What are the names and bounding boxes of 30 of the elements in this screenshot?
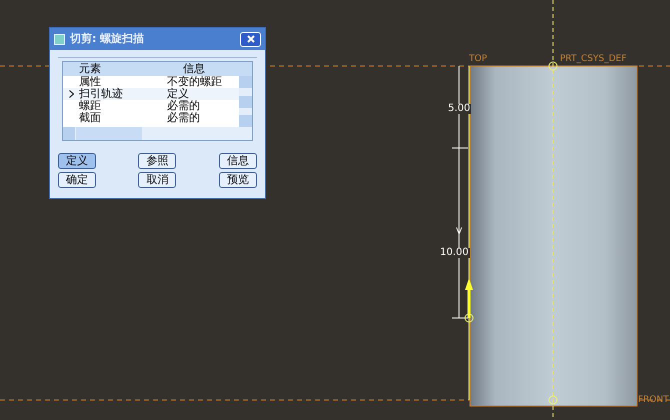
list-row[interactable]: 属性 不变的螺距 bbox=[63, 76, 239, 88]
dialog-button[interactable]: 预览 bbox=[218, 172, 257, 188]
element-info: 定义 bbox=[167, 88, 189, 100]
column-header: 信息 bbox=[183, 62, 205, 76]
element-info: 必需的 bbox=[167, 100, 200, 112]
element-info: 必需的 bbox=[167, 112, 200, 124]
element-info: 不变的螺距 bbox=[167, 76, 222, 88]
dimension-label: 10.00 bbox=[439, 248, 470, 258]
dialog-button[interactable]: 定义 bbox=[58, 153, 96, 169]
datum-label: PRT_CSYS_DEF bbox=[560, 55, 627, 64]
close-button[interactable] bbox=[240, 32, 261, 46]
element-name: 属性 bbox=[79, 76, 102, 88]
dialog-button[interactable]: 取消 bbox=[138, 172, 176, 188]
window-title: 切剪: 螺旋扫描 bbox=[70, 30, 146, 47]
vertical-scrollbar bbox=[239, 76, 252, 127]
list-row[interactable]: 截面 必需的 bbox=[63, 112, 239, 124]
column-header: 元素 bbox=[79, 62, 102, 76]
window-icon bbox=[54, 34, 65, 44]
dimension-label: 5.00 bbox=[447, 104, 472, 114]
element-name: 截面 bbox=[79, 112, 102, 124]
element-name: 螺距 bbox=[79, 100, 102, 112]
dialog-button[interactable]: 信息 bbox=[218, 153, 257, 169]
list-row[interactable]: 螺距 必需的 bbox=[63, 100, 239, 112]
dialog-button[interactable]: 确定 bbox=[58, 172, 96, 188]
list-row[interactable]: 扫引轨迹 定义 bbox=[63, 88, 239, 100]
datum-label: TOP bbox=[469, 55, 488, 64]
chevron-icon bbox=[68, 90, 74, 98]
element-name: 扫引轨迹 bbox=[79, 88, 124, 100]
close-icon bbox=[246, 35, 254, 43]
dialog-button[interactable]: 参照 bbox=[138, 153, 176, 169]
